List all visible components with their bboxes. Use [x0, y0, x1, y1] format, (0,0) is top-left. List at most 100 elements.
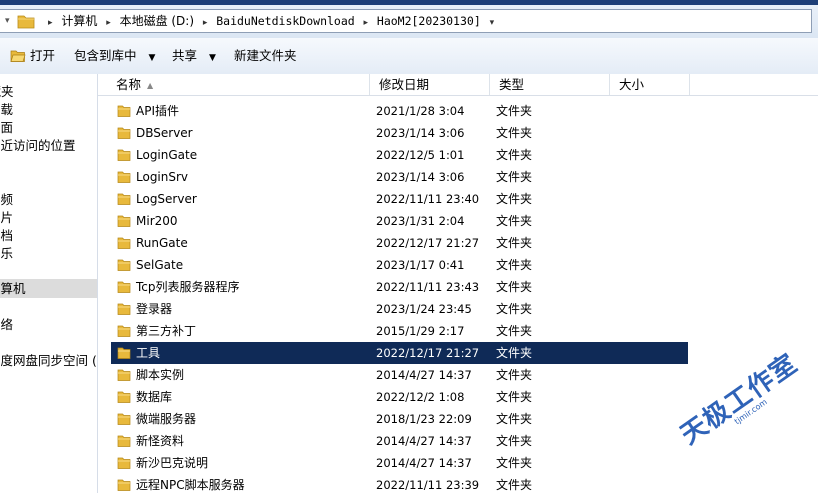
file-name: 登录器 — [136, 302, 173, 316]
folder-icon — [117, 391, 131, 403]
folder-icon — [117, 281, 131, 293]
crumb-current[interactable]: HaoM2[20230130] — [377, 10, 481, 32]
share-label: 共享 — [172, 48, 198, 63]
folder-icon — [117, 149, 131, 161]
nav-item-baidu-sync[interactable]: 百度网盘同步空间 (32 — [0, 352, 98, 370]
file-type: 文件夹 — [496, 390, 533, 404]
new-folder-label: 新建文件夹 — [234, 48, 297, 63]
table-row[interactable]: 脚本实例 2014/4/27 14:37 文件夹 — [98, 364, 688, 386]
nav-item-downloads[interactable]: 下载 — [0, 101, 13, 119]
file-name: 微端服务器 — [136, 412, 197, 426]
folder-icon — [117, 413, 131, 425]
table-row[interactable]: RunGate 2022/12/17 21:27 文件夹 — [98, 232, 688, 254]
file-type: 文件夹 — [496, 192, 533, 206]
share-button[interactable]: 共享 ▼ — [172, 38, 216, 74]
folder-icon — [117, 435, 131, 447]
file-type: 文件夹 — [496, 412, 533, 426]
column-size[interactable]: 大小 — [610, 74, 690, 95]
file-name: Mir200 — [136, 214, 178, 228]
folder-icon — [117, 303, 131, 315]
file-date: 2022/12/17 21:27 — [376, 346, 480, 360]
nav-item-computer[interactable]: 计算机 — [0, 280, 26, 298]
nav-item-music[interactable]: 音乐 — [0, 245, 13, 263]
chevron-down-icon[interactable]: ▾ — [490, 12, 495, 34]
folder-icon — [117, 127, 131, 139]
column-type-label: 类型 — [499, 77, 525, 92]
table-row[interactable]: 新沙巴克说明 2014/4/27 14:37 文件夹 — [98, 452, 688, 474]
file-date: 2022/11/11 23:43 — [376, 280, 480, 294]
file-date: 2015/1/29 2:17 — [376, 324, 465, 338]
nav-item-documents[interactable]: 文档 — [0, 227, 13, 245]
file-name: LoginGate — [136, 148, 198, 162]
file-date: 2021/1/28 3:04 — [376, 104, 465, 118]
nav-item-network[interactable]: 网络 — [0, 316, 13, 334]
column-date[interactable]: 修改日期 — [370, 74, 490, 95]
nav-item-desktop[interactable]: 桌面 — [0, 119, 13, 137]
column-name[interactable]: 名称 ▲ — [107, 74, 370, 95]
chevron-down-icon[interactable]: ▾ — [5, 16, 15, 26]
file-type: 文件夹 — [496, 434, 533, 448]
table-row[interactable]: DBServer 2023/1/14 3:06 文件夹 — [98, 122, 688, 144]
file-type: 文件夹 — [496, 104, 533, 118]
caret-down-icon: ▼ — [209, 53, 216, 63]
folder-icon — [117, 457, 131, 469]
folder-icon — [117, 479, 131, 491]
nav-item-pictures[interactable]: 图片 — [0, 209, 13, 227]
table-row[interactable]: LoginSrv 2023/1/14 3:06 文件夹 — [98, 166, 688, 188]
chevron-right-icon[interactable]: ▸ — [364, 12, 369, 34]
include-in-library-button[interactable]: 包含到库中 ▼ — [74, 38, 155, 74]
file-type: 文件夹 — [496, 148, 533, 162]
folder-icon — [117, 369, 131, 381]
new-folder-button[interactable]: 新建文件夹 — [234, 38, 297, 74]
address-box[interactable]: ▾ ▸ 计算机 ▸ 本地磁盘 (D:) ▸ BaiduNetdiskDownlo… — [0, 9, 812, 33]
crumb-download[interactable]: BaiduNetdiskDownload — [216, 10, 354, 32]
file-name: 数据库 — [136, 390, 173, 404]
folder-icon — [117, 193, 131, 205]
table-row[interactable]: Mir200 2023/1/31 2:04 文件夹 — [98, 210, 688, 232]
open-button[interactable]: 打开 — [10, 38, 55, 74]
file-type: 文件夹 — [496, 302, 533, 316]
file-date: 2023/1/31 2:04 — [376, 214, 465, 228]
file-date: 2018/1/23 22:09 — [376, 412, 472, 426]
file-name: Tcp列表服务器程序 — [136, 280, 240, 294]
column-header: 名称 ▲ 修改日期 类型 大小 — [98, 74, 818, 96]
table-row[interactable]: SelGate 2023/1/17 0:41 文件夹 — [98, 254, 688, 276]
folder-icon — [117, 325, 131, 337]
table-row[interactable]: 新怪资料 2014/4/27 14:37 文件夹 — [98, 430, 688, 452]
open-label: 打开 — [30, 48, 56, 63]
folder-icon — [117, 105, 131, 117]
crumb-drive[interactable]: 本地磁盘 (D:) — [120, 10, 194, 32]
chevron-right-icon[interactable]: ▸ — [106, 12, 111, 34]
column-type[interactable]: 类型 — [490, 74, 610, 95]
file-type: 文件夹 — [496, 170, 533, 184]
table-row[interactable]: 工具 2022/12/17 21:27 文件夹 — [111, 342, 688, 364]
file-date: 2022/12/5 1:01 — [376, 148, 465, 162]
caret-down-icon: ▼ — [148, 53, 156, 63]
toolbar: 打开 包含到库中 ▼ 共享 ▼ 新建文件夹 — [0, 38, 818, 75]
nav-item-favorites[interactable]: 收藏夹 — [0, 83, 14, 101]
file-type: 文件夹 — [496, 236, 533, 250]
nav-item-videos[interactable]: 视频 — [0, 191, 13, 209]
chevron-right-icon[interactable]: ▸ — [203, 12, 208, 34]
table-row[interactable]: API插件 2021/1/28 3:04 文件夹 — [98, 100, 688, 122]
file-date: 2023/1/17 0:41 — [376, 258, 465, 272]
crumb-computer[interactable]: 计算机 — [61, 10, 97, 32]
table-row[interactable]: LogServer 2022/11/11 23:40 文件夹 — [98, 188, 688, 210]
folder-icon — [117, 215, 131, 227]
file-type: 文件夹 — [496, 214, 533, 228]
file-name: LoginSrv — [136, 170, 189, 184]
file-type: 文件夹 — [496, 346, 533, 360]
table-row[interactable]: 登录器 2023/1/24 23:45 文件夹 — [98, 298, 688, 320]
table-row[interactable]: 第三方补丁 2015/1/29 2:17 文件夹 — [98, 320, 688, 342]
file-type: 文件夹 — [496, 324, 533, 338]
file-name: LogServer — [136, 192, 197, 206]
nav-item-recent[interactable]: 最近访问的位置 — [0, 137, 76, 155]
chevron-right-icon[interactable]: ▸ — [48, 12, 53, 34]
table-row[interactable]: LoginGate 2022/12/5 1:01 文件夹 — [98, 144, 688, 166]
table-row[interactable]: 数据库 2022/12/2 1:08 文件夹 — [98, 386, 688, 408]
nav-item-libraries[interactable]: 库 — [0, 173, 1, 191]
navigation-pane: 收藏夹 下载 桌面 最近访问的位置 库 视频 图片 文档 音乐 计算机 网络 百… — [0, 74, 98, 493]
file-date: 2023/1/24 23:45 — [376, 302, 472, 316]
table-row[interactable]: 微端服务器 2018/1/23 22:09 文件夹 — [98, 408, 688, 430]
table-row[interactable]: Tcp列表服务器程序 2022/11/11 23:43 文件夹 — [98, 276, 688, 298]
